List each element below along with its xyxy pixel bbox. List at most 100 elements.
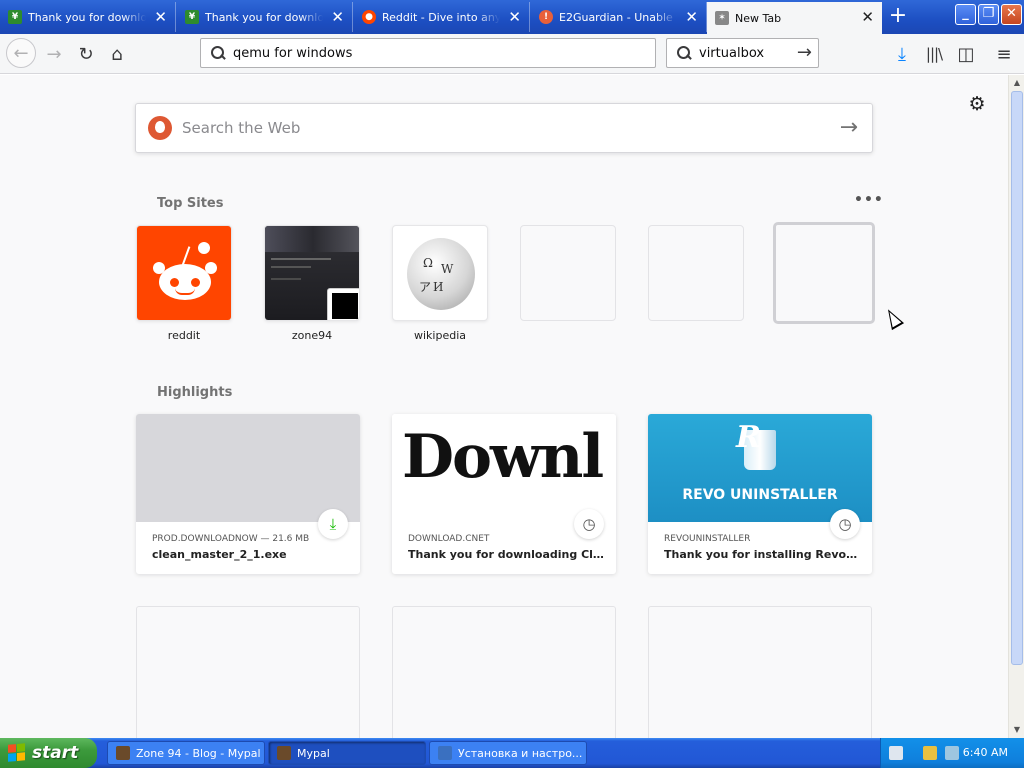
taskbar-item-zone94[interactable]: Zone 94 - Blog - Mypal xyxy=(107,741,265,765)
arrow-right-icon[interactable]: → xyxy=(797,42,812,63)
arrow-right-icon[interactable]: → xyxy=(840,115,858,140)
window-minimize-button[interactable]: _ xyxy=(955,4,976,25)
library-button[interactable]: |||\ xyxy=(920,40,948,68)
highlight-source: DOWNLOAD.CNET xyxy=(408,534,490,544)
home-icon: ⌂ xyxy=(111,43,123,65)
tab-new-tab[interactable]: ✶ New Tab ✕ xyxy=(707,2,882,34)
tab-title: New Tab xyxy=(735,11,782,25)
download-favicon-icon: ¥ xyxy=(185,10,199,24)
tab-close-icon[interactable]: ✕ xyxy=(154,8,167,26)
tab-title: Reddit - Dive into anything xyxy=(382,10,500,24)
taskbar-item-label: Установка и настро... xyxy=(458,746,583,760)
windows-logo-icon xyxy=(8,743,26,763)
top-site-label: reddit xyxy=(167,329,201,342)
highlight-image: R REVO UNINSTALLER xyxy=(648,414,872,522)
tab-close-icon[interactable]: ✕ xyxy=(331,8,344,26)
search-bar[interactable]: virtualbox → xyxy=(666,38,819,68)
web-search-placeholder[interactable]: Search the Web xyxy=(182,119,300,137)
web-search-box[interactable]: Search the Web → xyxy=(135,103,873,153)
tab-close-icon[interactable]: ✕ xyxy=(861,8,874,26)
tab-thank-you-2[interactable]: ¥ Thank you for downloading ✕ xyxy=(177,2,353,32)
window-close-button[interactable]: ✕ xyxy=(1001,4,1022,25)
forward-button[interactable]: → xyxy=(40,40,68,68)
highlight-image xyxy=(136,414,360,522)
top-site-empty[interactable] xyxy=(773,222,875,324)
search-input[interactable]: virtualbox xyxy=(699,46,764,61)
taskbar-item-label: Mypal xyxy=(297,746,330,760)
highlights-heading: Highlights xyxy=(157,385,233,400)
zone94-thumbnail[interactable] xyxy=(264,225,360,321)
security-shield-icon[interactable] xyxy=(923,746,937,760)
home-button[interactable]: ⌂ xyxy=(103,40,131,68)
download-favicon-icon: ¥ xyxy=(8,10,22,24)
tab-thank-you-1[interactable]: ¥ Thank you for downloading ✕ xyxy=(0,2,176,32)
top-site-zone94[interactable]: zone94 xyxy=(264,225,360,342)
keyboard-icon[interactable] xyxy=(889,746,903,760)
highlight-title: clean_master_2_1.exe xyxy=(152,548,287,561)
highlight-image-text: REVO UNINSTALLER xyxy=(682,487,838,503)
url-input[interactable]: qemu for windows xyxy=(233,46,352,61)
network-icon[interactable] xyxy=(945,746,959,760)
remote-desktop-icon xyxy=(438,746,452,760)
window-maximize-button[interactable]: ❐ xyxy=(978,4,999,25)
start-button[interactable]: start xyxy=(0,738,97,768)
arrow-left-icon: ← xyxy=(13,42,29,64)
tab-close-icon[interactable]: ✕ xyxy=(508,8,521,26)
top-site-wikipedia[interactable]: Ω W И ア wikipedia xyxy=(392,225,488,342)
top-site-reddit[interactable]: reddit xyxy=(136,225,232,342)
more-options-icon[interactable]: ••• xyxy=(854,192,884,208)
taskbar-item-label: Zone 94 - Blog - Mypal xyxy=(136,746,261,760)
taskbar-item-mypal[interactable]: Mypal xyxy=(268,741,426,765)
scroll-up-icon[interactable]: ▲ xyxy=(1010,76,1024,90)
wikipedia-icon[interactable]: Ω W И ア xyxy=(392,225,488,321)
highlight-card[interactable]: ⤓ PROD.DOWNLOADNOW — 21.6 MB clean_maste… xyxy=(136,414,360,574)
highlight-placeholder xyxy=(136,606,360,738)
back-button[interactable]: ← xyxy=(6,38,36,68)
reload-button[interactable]: ↻ xyxy=(72,40,100,68)
reddit-icon[interactable] xyxy=(136,225,232,321)
tab-title: Thank you for downloading xyxy=(205,10,323,24)
vertical-scrollbar[interactable]: ▲ ▼ xyxy=(1008,75,1024,738)
tab-reddit[interactable]: ● Reddit - Dive into anything ✕ xyxy=(354,2,530,32)
sidebar-button[interactable]: ◫ xyxy=(952,40,980,68)
tab-close-icon[interactable]: ✕ xyxy=(685,8,698,26)
tab-strip: ¥ Thank you for downloading ✕ ¥ Thank yo… xyxy=(0,0,1024,34)
highlight-placeholder xyxy=(648,606,872,738)
highlight-card[interactable]: R REVO UNINSTALLER ◷ REVOUNINSTALLER Tha… xyxy=(648,414,872,574)
duckduckgo-icon xyxy=(148,116,172,140)
downloads-button[interactable]: ⤓ xyxy=(888,40,916,68)
highlight-image: Downl xyxy=(392,414,616,522)
clock-icon: ◷ xyxy=(574,509,604,539)
scroll-down-icon[interactable]: ▼ xyxy=(1010,723,1024,737)
tab-e2guardian[interactable]: ! E2Guardian - Unable to load ✕ xyxy=(531,2,707,32)
search-icon xyxy=(677,46,691,60)
menu-button[interactable]: ≡ xyxy=(990,40,1018,68)
highlight-card[interactable]: Downl ◷ DOWNLOAD.CNET Thank you for down… xyxy=(392,414,616,574)
top-site-label: wikipedia xyxy=(413,329,466,342)
tab-title: Thank you for downloading xyxy=(28,10,146,24)
mypal-icon xyxy=(116,746,130,760)
highlight-title: Thank you for installing Revo Uninstalle… xyxy=(664,548,860,561)
system-tray: 6:40 AM xyxy=(880,738,1024,768)
scrollbar-thumb[interactable] xyxy=(1011,91,1023,665)
new-tab-button[interactable]: + xyxy=(883,4,913,30)
top-site-empty[interactable] xyxy=(520,225,616,321)
url-bar[interactable]: qemu for windows xyxy=(200,38,656,68)
highlight-placeholder xyxy=(392,606,616,738)
e2guardian-favicon-icon: ! xyxy=(539,10,553,24)
top-site-empty[interactable] xyxy=(648,225,744,321)
highlight-source: REVOUNINSTALLER xyxy=(664,534,751,544)
top-sites-heading: Top Sites xyxy=(157,196,224,211)
windows-taskbar: start Zone 94 - Blog - Mypal Mypal Устан… xyxy=(0,738,1024,768)
hamburger-menu-icon: ≡ xyxy=(996,43,1012,65)
download-icon: ⤓ xyxy=(318,509,348,539)
gear-icon[interactable]: ⚙ xyxy=(967,94,987,114)
clock-icon: ◷ xyxy=(830,509,860,539)
highlight-source: PROD.DOWNLOADNOW — 21.6 MB xyxy=(152,534,310,544)
start-label: start xyxy=(32,743,79,763)
reload-icon: ↻ xyxy=(78,43,94,65)
revo-logo-icon: R xyxy=(736,420,761,455)
sidebar-icon: ◫ xyxy=(957,43,975,65)
taskbar-item-remote[interactable]: Установка и настро... xyxy=(429,741,587,765)
mypal-icon xyxy=(277,746,291,760)
